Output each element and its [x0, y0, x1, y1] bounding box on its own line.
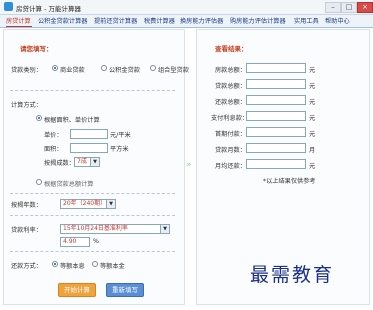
loan-type-commercial-label: 商业贷款 — [60, 67, 85, 74]
method-label: 计算方式： — [11, 102, 42, 109]
result-unit: 月 — [309, 147, 316, 154]
unit-price-label: 单价： — [44, 132, 63, 139]
area-unit: 平方米 — [110, 146, 129, 153]
window-title: 房贷计算 - 万能计算器 — [16, 5, 81, 13]
reset-button[interactable]: 重新填写 — [106, 283, 144, 297]
result-label-loan-total: 贷款总额： — [215, 83, 246, 90]
unit-price-input[interactable] — [70, 129, 108, 139]
result-label-total-price: 房款总额： — [215, 67, 246, 74]
tab-bar: 房贷计算 公积金贷款计算器 提前还贷计算器 税费计算器 换房能力评估器 购房能力… — [0, 15, 373, 28]
down-payment-select[interactable]: 7成 ▼ — [74, 157, 100, 167]
loan-type-provident-radio[interactable] — [101, 65, 107, 71]
tab-tools[interactable]: 实用工具 — [294, 17, 319, 27]
result-label-monthly: 月均还款： — [215, 163, 246, 170]
result-interest-field — [246, 111, 306, 121]
loan-type-provident-label: 公积金贷款 — [109, 67, 140, 74]
tab-purchase-ability[interactable]: 购房能力评估计算器 — [230, 17, 286, 27]
window-titlebar: 房贷计算 - 万能计算器 – □ × — [0, 0, 373, 15]
repay-equal-principal-radio[interactable] — [92, 261, 98, 267]
divider — [10, 90, 175, 91]
result-unit: 元 — [309, 67, 316, 74]
divider — [10, 251, 175, 252]
rate-unit: % — [93, 238, 99, 245]
result-unit: 元 — [309, 83, 316, 90]
tab-tax[interactable]: 税费计算器 — [144, 17, 175, 27]
start-calculation-button[interactable]: 开始计算 — [58, 283, 96, 297]
result-label-down-payment: 首期付款： — [215, 131, 246, 138]
maximize-button[interactable]: □ — [341, 2, 357, 13]
result-repay-total-field — [246, 95, 306, 105]
unit-price-unit: 元/平米 — [110, 132, 131, 139]
result-monthly-field — [246, 159, 306, 169]
tab-prepayment[interactable]: 提前还贷计算器 — [94, 17, 137, 27]
years-label: 按揭年数： — [11, 202, 42, 209]
chevron-down-icon: ▼ — [106, 200, 115, 208]
method-total-label: 根据贷款总额计算 — [44, 181, 94, 188]
method-area-radio[interactable] — [36, 115, 42, 121]
repay-equal-installment-label: 等额本息 — [60, 263, 85, 270]
repay-equal-installment-radio[interactable] — [52, 261, 58, 267]
results-section-title: 查看结果： — [215, 45, 248, 53]
area-input[interactable] — [70, 143, 108, 153]
down-payment-label: 按揭成数： — [44, 160, 75, 167]
chevron-down-icon: ▼ — [160, 225, 169, 233]
result-months-field — [246, 143, 306, 153]
method-area-label: 根据面积、单价计算 — [44, 117, 100, 124]
rate-input[interactable]: 4.90 — [60, 237, 90, 247]
active-tab-underline — [6, 26, 32, 27]
result-down-payment-field — [246, 127, 306, 137]
repay-equal-principal-label: 等额本金 — [100, 263, 125, 270]
result-loan-total-field — [246, 79, 306, 89]
result-label-interest: 支付利息款： — [211, 115, 249, 122]
loan-type-label: 贷款类别： — [11, 67, 42, 74]
tab-provident-fund[interactable]: 公积金贷款计算器 — [38, 17, 88, 27]
results-note: *以上结果仅供参考 — [263, 178, 316, 185]
minimize-button[interactable]: – — [325, 2, 341, 13]
loan-type-commercial-radio[interactable] — [52, 65, 58, 71]
result-label-repay-total: 还款总额： — [215, 99, 246, 106]
app-icon — [4, 2, 13, 11]
tab-house-exchange[interactable]: 换房能力评估器 — [180, 17, 223, 27]
double-chevron-right-icon: » — [186, 160, 192, 170]
form-section-title: 请您填写： — [20, 45, 53, 53]
result-unit: 元 — [309, 115, 316, 122]
area-label: 面积： — [44, 146, 63, 153]
rate-label: 贷款利率： — [11, 227, 42, 234]
divider — [10, 215, 175, 216]
rate-select-value: 15年10月24日基准利率 — [63, 225, 128, 232]
down-payment-value: 7成 — [77, 158, 87, 165]
input-panel: 请您填写： 贷款类别： 商业贷款 公积金贷款 组合型贷款 计算方式： 根据面积、… — [3, 29, 189, 305]
close-button[interactable]: × — [357, 2, 373, 13]
loan-type-combined-label: 组合型贷款 — [158, 67, 189, 74]
result-unit: 元 — [309, 163, 316, 170]
watermark-text: 最需教育 — [250, 264, 335, 286]
repay-label: 还款方式： — [11, 263, 42, 270]
tab-help[interactable]: 帮助中心 — [325, 17, 350, 27]
result-total-price-field — [246, 63, 306, 73]
chevron-down-icon: ▼ — [90, 158, 99, 166]
result-label-months: 贷款月数： — [215, 147, 246, 154]
loan-type-combined-radio[interactable] — [150, 65, 156, 71]
divider — [10, 193, 175, 194]
years-value: 20年（240期） — [63, 200, 107, 207]
rate-select[interactable]: 15年10月24日基准利率 ▼ — [60, 224, 170, 234]
method-total-radio[interactable] — [36, 179, 42, 185]
result-unit: 元 — [309, 131, 316, 138]
result-unit: 元 — [309, 99, 316, 106]
years-select[interactable]: 20年（240期） ▼ — [60, 199, 116, 209]
